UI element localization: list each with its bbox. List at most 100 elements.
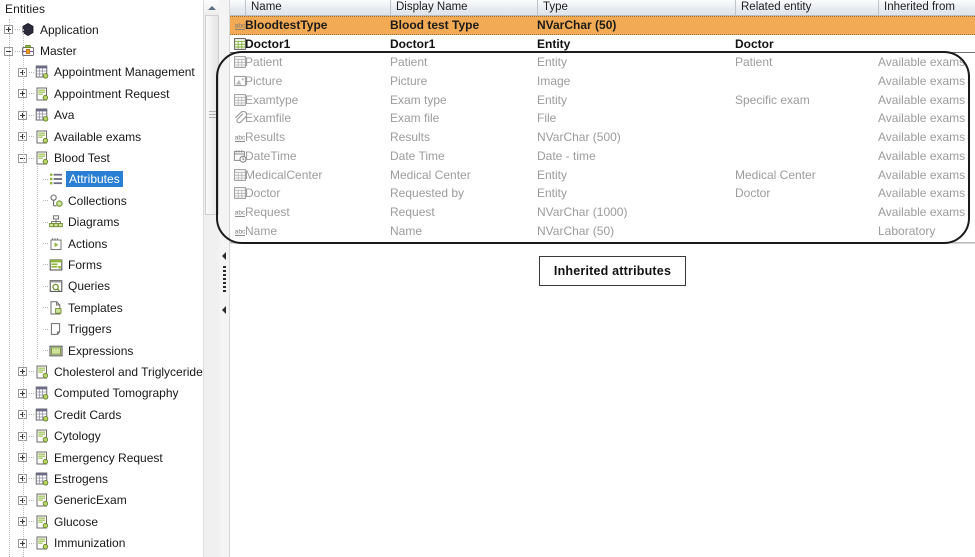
attributes-grid-rows[interactable]: abc BloodtestType Blood test Type NVarChar … — [230, 16, 975, 240]
cell-related-entity[interactable] — [735, 128, 878, 147]
tree-item-actions[interactable]: Actions — [0, 233, 203, 254]
tree-item-application[interactable]: Application — [0, 19, 203, 40]
tree-item-queries[interactable]: Queries — [0, 276, 203, 297]
cell-related-entity[interactable]: Patient — [735, 53, 878, 72]
cell-related-entity[interactable] — [735, 72, 878, 91]
table-row[interactable]: abc Results Results NVarChar (500) Available… — [230, 128, 975, 147]
entities-tree[interactable]: Application Master Appointment Management A… — [0, 19, 203, 557]
cell-display-name[interactable]: Medical Center — [390, 166, 537, 185]
scroll-up-button[interactable] — [204, 0, 219, 14]
tree-vertical-scrollbar[interactable] — [203, 0, 219, 557]
cell-type[interactable]: Entity — [537, 166, 735, 185]
column-header-name[interactable]: Name — [245, 0, 390, 15]
tree-item-templates[interactable]: Templates — [0, 297, 203, 318]
cell-type[interactable]: Entity — [537, 184, 735, 203]
cell-name[interactable]: Examtype — [245, 91, 390, 110]
tree-item-estrogens[interactable]: Estrogens — [0, 468, 203, 489]
cell-inherited-from[interactable]: Available exams — [878, 128, 975, 147]
table-row[interactable]: Patient Patient Entity Patient Available exa… — [230, 53, 975, 72]
cell-display-name[interactable]: Results — [390, 128, 537, 147]
tree-item-credit-cards[interactable]: Credit Cards — [0, 404, 203, 425]
tree-item-expressions[interactable]: Expressions — [0, 340, 203, 361]
table-row[interactable]: Doctor1 Doctor1 Entity Doctor — [230, 35, 975, 54]
tree-item-genericexam[interactable]: GenericExam — [0, 490, 203, 511]
cell-name[interactable]: Results — [245, 128, 390, 147]
cell-inherited-from[interactable] — [878, 35, 975, 54]
column-header-type[interactable]: Type — [537, 0, 735, 15]
table-row[interactable]: Picture Picture Image Available exams — [230, 72, 975, 91]
tree-item-emergency-request[interactable]: Emergency Request — [0, 447, 203, 468]
tree-item-blood-test[interactable]: Blood Test — [0, 147, 203, 168]
cell-display-name[interactable]: Requested by — [390, 184, 537, 203]
cell-type[interactable]: Entity — [537, 53, 735, 72]
cell-inherited-from[interactable]: Laboratory — [878, 222, 975, 241]
table-row[interactable]: Examfile Exam file File Available exams — [230, 109, 975, 128]
cell-related-entity[interactable] — [735, 109, 878, 128]
cell-display-name[interactable]: Request — [390, 203, 537, 222]
cell-inherited-from[interactable]: Available exams — [878, 72, 975, 91]
collapse-left-arrow-icon[interactable] — [222, 252, 226, 260]
cell-inherited-from[interactable]: Available exams — [878, 109, 975, 128]
cell-type[interactable]: Entity — [537, 35, 735, 54]
cell-display-name[interactable]: Blood test Type — [390, 16, 537, 35]
tree-item-attributes[interactable]: Attributes — [0, 169, 203, 190]
cell-type[interactable]: NVarChar (50) — [537, 222, 735, 241]
cell-type[interactable]: Entity — [537, 91, 735, 110]
table-row[interactable]: abc Request Request NVarChar (1000) Availabl… — [230, 203, 975, 222]
tree-item-master[interactable]: Master — [0, 40, 203, 61]
tree-item-ava[interactable]: Ava — [0, 105, 203, 126]
cell-display-name[interactable]: Picture — [390, 72, 537, 91]
tree-item-forms[interactable]: Forms — [0, 254, 203, 275]
tree-item-appointment-request[interactable]: Appointment Request — [0, 83, 203, 104]
cell-name[interactable]: BloodtestType — [245, 16, 390, 35]
tree-item-triggers[interactable]: Triggers — [0, 318, 203, 339]
panel-splitter[interactable] — [219, 0, 230, 557]
cell-related-entity[interactable] — [735, 147, 878, 166]
cell-type[interactable]: NVarChar (500) — [537, 128, 735, 147]
tree-item-glucose[interactable]: Glucose — [0, 511, 203, 532]
cell-related-entity[interactable]: Specific exam — [735, 91, 878, 110]
cell-name[interactable]: MedicalCenter — [245, 166, 390, 185]
cell-name[interactable]: Examfile — [245, 109, 390, 128]
cell-name[interactable]: Picture — [245, 72, 390, 91]
cell-name[interactable]: Doctor1 — [245, 35, 390, 54]
tree-item-cholesterol-and-triglycerides[interactable]: Cholesterol and Triglycerides — [0, 361, 203, 382]
cell-inherited-from[interactable]: Available exams — [878, 203, 975, 222]
table-row[interactable]: abc BloodtestType Blood test Type NVarChar … — [230, 16, 975, 35]
column-header-inherited-from[interactable]: Inherited from — [878, 0, 975, 15]
cell-type[interactable]: Date - time — [537, 147, 735, 166]
cell-related-entity[interactable] — [735, 203, 878, 222]
cell-name[interactable]: Doctor — [245, 184, 390, 203]
table-row[interactable]: DateTime Date Time Date - time Available ex… — [230, 147, 975, 166]
cell-inherited-from[interactable]: Available exams — [878, 91, 975, 110]
table-row[interactable]: MedicalCenter Medical Center Entity Medical… — [230, 166, 975, 185]
table-row[interactable]: abc Name Name NVarChar (50) Laboratory — [230, 222, 975, 241]
tree-item-available-exams[interactable]: Available exams — [0, 126, 203, 147]
cell-related-entity[interactable]: Medical Center — [735, 166, 878, 185]
cell-name[interactable]: Request — [245, 203, 390, 222]
cell-display-name[interactable]: Doctor1 — [390, 35, 537, 54]
cell-related-entity[interactable] — [735, 222, 878, 241]
cell-inherited-from[interactable]: Available exams — [878, 53, 975, 72]
cell-inherited-from[interactable]: Available exams — [878, 184, 975, 203]
cell-related-entity[interactable]: Doctor — [735, 35, 878, 54]
cell-display-name[interactable]: Exam type — [390, 91, 537, 110]
cell-name[interactable]: Patient — [245, 53, 390, 72]
cell-display-name[interactable]: Date Time — [390, 147, 537, 166]
table-row[interactable]: Examtype Exam type Entity Specific exam Avai… — [230, 91, 975, 110]
cell-type[interactable]: NVarChar (1000) — [537, 203, 735, 222]
splitter-grip-icon[interactable] — [223, 266, 226, 300]
tree-item-immunization[interactable]: Immunization — [0, 532, 203, 553]
tree-item-diagrams[interactable]: Diagrams — [0, 212, 203, 233]
tree-item-computed-tomography[interactable]: Computed Tomography — [0, 383, 203, 404]
tree-item-cytology[interactable]: Cytology — [0, 425, 203, 446]
cell-type[interactable]: Image — [537, 72, 735, 91]
cell-inherited-from[interactable] — [878, 16, 975, 35]
cell-related-entity[interactable]: Doctor — [735, 184, 878, 203]
collapse-left-arrow-icon-2[interactable] — [222, 306, 226, 314]
cell-display-name[interactable]: Exam file — [390, 109, 537, 128]
cell-name[interactable]: DateTime — [245, 147, 390, 166]
cell-inherited-from[interactable]: Available exams — [878, 147, 975, 166]
tree-item-collections[interactable]: Collections — [0, 190, 203, 211]
scrollbar-thumb[interactable] — [205, 15, 219, 215]
